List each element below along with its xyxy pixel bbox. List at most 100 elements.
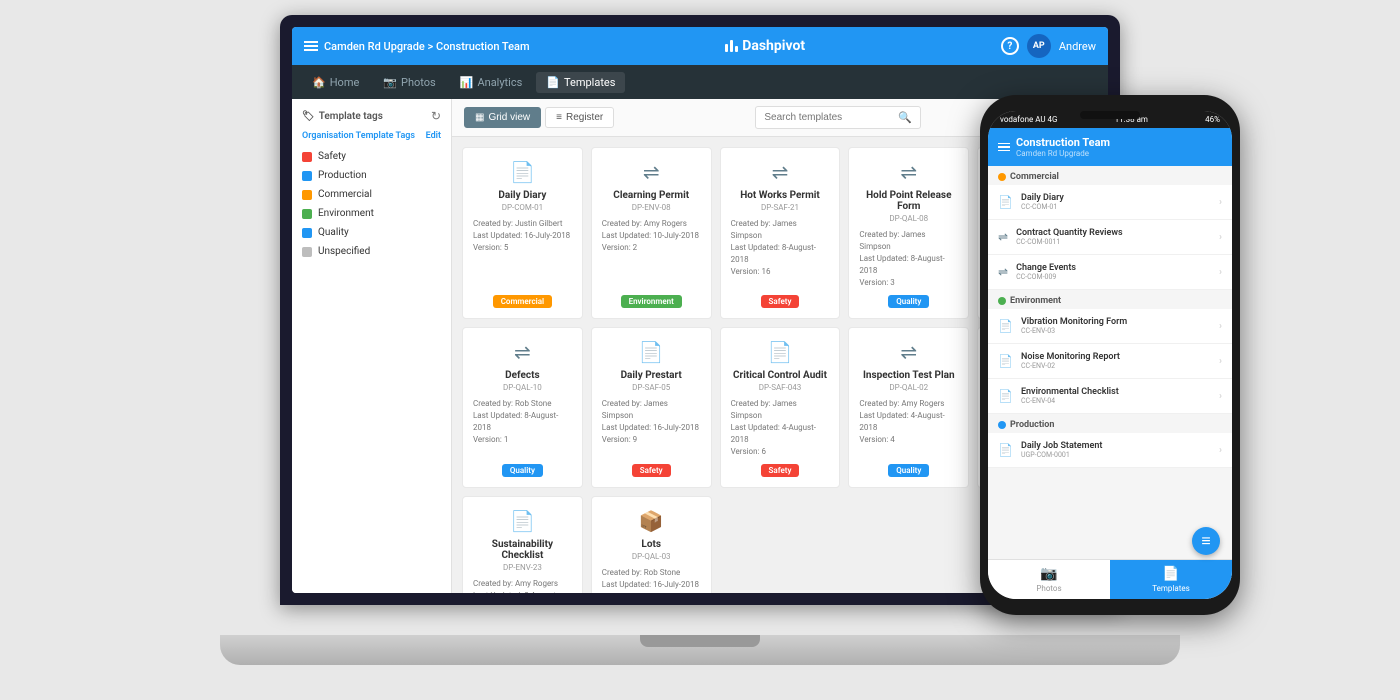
phone-list-item[interactable]: ⇌ Contract Quantity Reviews CC-COM-0011 … [988, 220, 1232, 255]
register-view-button[interactable]: ≡ Register [545, 107, 614, 128]
template-meta: Created by: James SimpsonLast Updated: 8… [859, 229, 958, 289]
template-title: Daily Diary [498, 190, 546, 201]
user-name: Andrew [1059, 40, 1096, 53]
nav-item-analytics[interactable]: 📊 Analytics [450, 72, 533, 93]
phone-item-code: CC-COM-01 [1021, 203, 1219, 211]
template-card[interactable]: ⇌ Hold Point Release Form DP-QAL-08 Crea… [848, 147, 969, 319]
template-card[interactable]: ⇌ Inspection Test Plan DP-QAL-02 Created… [848, 327, 969, 488]
template-card[interactable]: ⇌ Clearning Permit DP-ENV-08 Created by:… [591, 147, 712, 319]
template-icon: ⇌ [514, 340, 531, 364]
nav-item-photos[interactable]: 📷 Photos [373, 72, 445, 93]
phone-section-dot [998, 173, 1006, 181]
nav-templates-label: Templates [564, 76, 615, 89]
phone-nav-text-area: Construction Team Camden Rd Upgrade [1016, 136, 1110, 158]
template-tag-badge: Quality [888, 295, 929, 308]
phone-list-item[interactable]: 📄 Vibration Monitoring Form CC-ENV-03 › [988, 309, 1232, 344]
template-card[interactable]: ⇌ Defects DP-QAL-10 Created by: Rob Ston… [462, 327, 583, 488]
refresh-icon[interactable]: ↻ [431, 109, 441, 123]
nav-item-templates[interactable]: 📄 Templates [536, 72, 625, 93]
phone-item-text: Vibration Monitoring Form CC-ENV-03 [1021, 317, 1219, 335]
phone-item-code: CC-COM-009 [1016, 273, 1219, 281]
nav-item-home[interactable]: 🏠 Home [302, 72, 369, 93]
phone-top-nav: Construction Team Camden Rd Upgrade [988, 128, 1232, 166]
search-input[interactable] [764, 112, 894, 123]
template-meta: Created by: James SimpsonLast Updated: 4… [731, 398, 830, 458]
search-box: 🔍 [755, 106, 921, 129]
tag-item[interactable]: Quality [292, 223, 451, 242]
search-icon: 🔍 [898, 111, 912, 124]
template-code: DP-SAF-21 [761, 203, 799, 212]
tag-item[interactable]: Safety [292, 147, 451, 166]
phone-item-icon: 📄 [998, 354, 1013, 368]
tag-item[interactable]: Unspecified [292, 242, 451, 261]
template-icon: 📄 [768, 340, 793, 364]
grid-view-button[interactable]: ▦ Grid view [464, 107, 541, 128]
grid-icon: ▦ [475, 112, 484, 123]
template-tag-badge: Safety [761, 295, 800, 308]
template-card[interactable]: 📄 Daily Diary DP-COM-01 Created by: Just… [462, 147, 583, 319]
edit-link[interactable]: Edit [426, 131, 441, 141]
template-card[interactable]: 📄 Critical Control Audit DP-SAF-043 Crea… [720, 327, 841, 488]
template-meta: Created by: Amy RogersLast Updated: 4-Au… [859, 398, 958, 446]
tag-label: Safety [318, 151, 346, 162]
phone-carrier: vodafone AU 4G [1000, 115, 1058, 124]
brand-icon [725, 40, 738, 52]
template-meta: Created by: James SimpsonLast Updated: 1… [602, 398, 701, 446]
phone-bottom-nav-photos[interactable]: 📷 Photos [988, 560, 1110, 599]
phone-subtitle: Camden Rd Upgrade [1016, 149, 1110, 158]
template-tag-badge: Safety [761, 464, 800, 477]
template-tag-badge: Quality [888, 464, 929, 477]
template-title: Hot Works Permit [740, 190, 820, 201]
template-title: Hold Point Release Form [859, 190, 958, 212]
phone-device: vodafone AU 4G 11:38 am 46% Construction… [980, 95, 1240, 615]
template-title: Lots [641, 539, 661, 550]
template-tag-badge: Commercial [493, 295, 552, 308]
list-icon: ≡ [556, 112, 562, 123]
tag-label: Environment [318, 208, 374, 219]
template-card[interactable]: 📄 Sustainability Checklist DP-ENV-23 Cre… [462, 496, 583, 593]
laptop-notch [640, 635, 760, 647]
phone-nav-label: Photos [1036, 584, 1061, 593]
phone-list-item[interactable]: 📄 Daily Diary CC-COM-01 › [988, 185, 1232, 220]
hamburger-menu[interactable] [304, 41, 318, 51]
template-icon: 📄 [510, 160, 535, 184]
tag-item[interactable]: Environment [292, 204, 451, 223]
phone-list-item[interactable]: ⇌ Change Events CC-COM-009 › [988, 255, 1232, 290]
template-tag-badge: Quality [502, 464, 543, 477]
phone-list-item[interactable]: 📄 Noise Monitoring Report CC-ENV-02 › [988, 344, 1232, 379]
template-card[interactable]: 📄 Daily Prestart DP-SAF-05 Created by: J… [591, 327, 712, 488]
phone-item-icon: ⇌ [998, 265, 1008, 279]
phone-bottom-nav-templates[interactable]: 📄 Templates [1110, 560, 1232, 599]
template-code: DP-ENV-08 [632, 203, 671, 212]
phone-item-icon: 📄 [998, 319, 1013, 333]
tag-list: Safety Production Commercial Environment Qua… [292, 147, 451, 261]
help-button[interactable]: ? [1001, 37, 1019, 55]
phone-item-title: Vibration Monitoring Form [1021, 317, 1219, 327]
templates-icon: 📄 [546, 76, 560, 89]
phone-battery: 46% [1205, 115, 1220, 124]
phone-item-text: Daily Job Statement UGP-COM-0001 [1021, 441, 1219, 459]
template-icon: ⇌ [900, 340, 917, 364]
tag-item[interactable]: Commercial [292, 185, 451, 204]
phone-nav-label: Templates [1152, 584, 1189, 593]
template-card[interactable]: 📦 Lots DP-QAL-03 Created by: Rob StoneLa… [591, 496, 712, 593]
template-meta: Created by: James SimpsonLast Updated: 8… [731, 218, 830, 278]
tag-label: Production [318, 170, 367, 181]
phone-list-item[interactable]: 📄 Daily Job Statement UGP-COM-0001 › [988, 433, 1232, 468]
phone-section-label: Commercial [1010, 172, 1059, 182]
template-icon: ⇌ [643, 160, 660, 184]
phone-list-item[interactable]: 📄 Environmental Checklist CC-ENV-04 › [988, 379, 1232, 414]
template-card[interactable]: ⇌ Hot Works Permit DP-SAF-21 Created by:… [720, 147, 841, 319]
tag-label: Unspecified [318, 246, 370, 257]
phone-hamburger[interactable] [998, 143, 1010, 152]
template-code: DP-SAF-05 [632, 383, 670, 392]
phone-item-icon: 📄 [998, 443, 1013, 457]
template-title: Clearning Permit [613, 190, 689, 201]
phone-fab-button[interactable]: ≡ [1192, 527, 1220, 555]
chevron-right-icon: › [1219, 197, 1222, 208]
phone-item-icon: 📄 [998, 389, 1013, 403]
phone-item-title: Change Events [1016, 263, 1219, 273]
template-tag-badge: Safety [632, 464, 671, 477]
phone-item-title: Environmental Checklist [1021, 387, 1219, 397]
tag-item[interactable]: Production [292, 166, 451, 185]
